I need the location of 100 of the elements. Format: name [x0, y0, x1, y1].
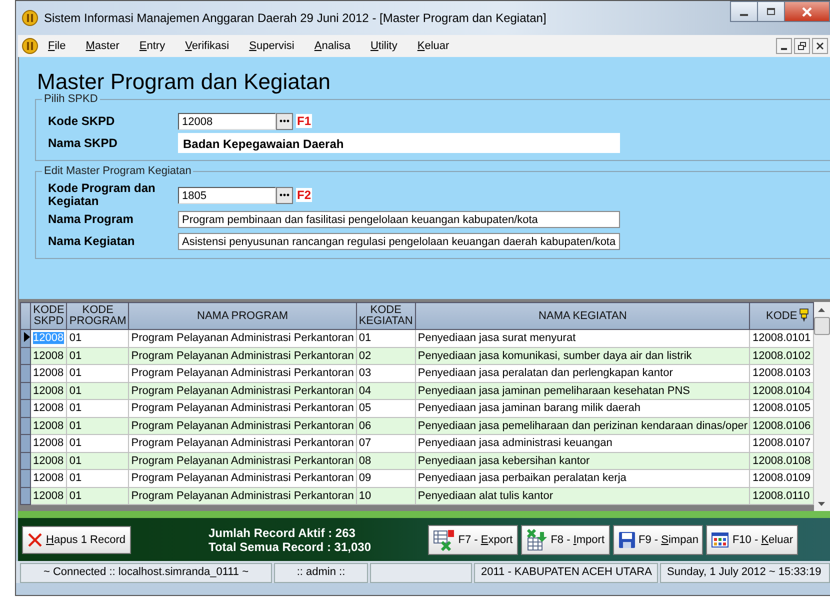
table-cell: Penyediaan jasa pemeliharaan dan perizinan kendaraan dinas/oper — [415, 417, 750, 434]
row-header — [20, 302, 31, 330]
column-header[interactable]: KODE PROGRAM — [66, 302, 129, 330]
table-cell: 01 — [356, 330, 416, 347]
app-icon — [22, 38, 38, 54]
table-cell: 03 — [356, 364, 416, 382]
table-cell: 07 — [356, 434, 416, 452]
ellipsis-icon — [279, 193, 290, 197]
menu-item[interactable]: Entry — [129, 40, 176, 52]
table-cell: 12008 — [30, 487, 67, 504]
status-panel: Sunday, 1 July 2012 ~ 15:33:19 — [660, 563, 830, 583]
menu-item[interactable]: Keluar — [407, 40, 460, 52]
row-indicator[interactable] — [20, 330, 31, 347]
table-cell: 01 — [66, 400, 129, 417]
table-cell: Program Pelayanan Administrasi Perkantoran — [128, 330, 356, 347]
ellipsis-icon — [279, 119, 290, 123]
toolbar-button[interactable]: F7 - Export — [428, 525, 518, 555]
menu-item[interactable]: Verifikasi — [175, 40, 240, 52]
table-cell: 10 — [356, 487, 416, 504]
table-cell: 12008.0106 — [750, 417, 814, 434]
field-label: Kode SKPD — [48, 114, 116, 128]
table-cell: 12008.0109 — [750, 470, 814, 487]
table-cell: 01 — [66, 330, 129, 347]
minimize-icon — [740, 14, 748, 16]
record-count: Jumlah Record Aktif : 263 — [208, 526, 356, 540]
table-cell: Penyediaan jasa komunikasi, sumber daya air dan listrik — [415, 347, 750, 364]
toolbar-button[interactable]: F8 - Import — [520, 525, 610, 555]
table-cell: Penyediaan jasa administrasi keuangan — [415, 434, 750, 452]
table-cell: 12008 — [30, 417, 67, 434]
close-icon — [816, 42, 824, 50]
column-header[interactable]: NAMA PROGRAM — [128, 302, 356, 330]
table-cell: Penyediaan jasa kebersihan kantor — [415, 452, 750, 470]
table-cell: 12008 — [30, 434, 67, 452]
table-cell: 01 — [66, 470, 129, 487]
delete-button[interactable]: Hapus 1 Record — [22, 526, 130, 554]
menu-item[interactable]: Master — [76, 40, 130, 52]
restore-button[interactable] — [794, 38, 810, 54]
table-cell: Penyediaan jasa jaminan barang milik daerah — [415, 400, 750, 417]
column-header[interactable]: KODE KEGIATAN — [356, 302, 416, 330]
table-cell: 12008 — [30, 347, 67, 364]
shortcut-label: F2 — [296, 188, 312, 202]
minimize-button[interactable] — [776, 38, 792, 54]
table-cell: 02 — [356, 347, 416, 364]
input-field[interactable]: 12008 — [178, 112, 276, 130]
menu-item[interactable]: Utility — [360, 40, 408, 52]
column-header[interactable]: NAMA KEGIATAN — [415, 302, 750, 330]
scrollbar[interactable] — [814, 302, 830, 511]
table-cell: 09 — [356, 470, 416, 487]
floppy-icon — [618, 531, 636, 549]
table-cell: 12008.0103 — [750, 364, 814, 382]
close-button[interactable] — [784, 1, 830, 22]
table-cell: 01 — [66, 382, 129, 400]
table-cell: Program Pelayanan Administrasi Perkantoran — [128, 400, 356, 417]
table-cell: Program Pelayanan Administrasi Perkantoran — [128, 434, 356, 452]
table-cell: Penyediaan jasa surat menyurat — [415, 330, 750, 347]
menu-item[interactable]: Analisa — [304, 40, 360, 52]
table-cell: 12008.0102 — [750, 347, 814, 364]
menu-item[interactable]: Supervisi — [239, 40, 304, 52]
table-cell: 05 — [356, 400, 416, 417]
group-label: Edit Master Program Kegiatan — [42, 165, 194, 177]
browse-button[interactable] — [276, 186, 293, 204]
table-cell: 12008.0101 — [750, 330, 814, 347]
table-cell: Program Pelayanan Administrasi Perkantoran — [128, 452, 356, 470]
table-cell: 12008 — [30, 330, 67, 347]
input-field[interactable]: Badan Kepegawaian Daerah — [178, 133, 620, 153]
table-cell: 12008.0110 — [750, 487, 814, 504]
toolbar-button[interactable]: F9 - Simpan — [612, 525, 704, 555]
table-cell: 12008 — [30, 452, 67, 470]
input-field[interactable]: 1805 — [178, 186, 276, 204]
table-cell: 12008 — [30, 382, 67, 400]
maximize-icon — [766, 6, 776, 16]
minimize-button[interactable] — [730, 1, 758, 22]
browse-button[interactable] — [276, 112, 293, 130]
field-label: Nama Program — [48, 212, 134, 226]
field-label: Kode Program dan Kegiatan — [48, 182, 156, 208]
table-cell: 01 — [66, 417, 129, 434]
menu-item[interactable]: File — [38, 40, 76, 52]
scroll-thumb[interactable] — [814, 317, 830, 335]
table-cell: Program Pelayanan Administrasi Perkantoran — [128, 364, 356, 382]
table-cell: Penyediaan jasa perbaikan peralatan kerja — [415, 470, 750, 487]
column-header[interactable]: KODE SKPD — [30, 302, 67, 330]
table-cell: 01 — [66, 452, 129, 470]
table-cell: Program Pelayanan Administrasi Perkantoran — [128, 417, 356, 434]
maximize-button[interactable] — [757, 1, 785, 22]
close-icon — [27, 532, 43, 548]
table-cell: 08 — [356, 452, 416, 470]
column-header[interactable]: KODE — [750, 302, 814, 330]
toolbar-button[interactable]: F10 - Keluar — [706, 525, 798, 555]
table-cell: 12008.0105 — [750, 400, 814, 417]
input-field[interactable]: Asistensi penyusunan rancangan regulasi pengelolaan keuangan daerah kabupaten/kota — [178, 232, 620, 250]
down-arrow-icon — [818, 502, 826, 506]
close-button[interactable] — [812, 38, 828, 54]
minimize-icon — [781, 48, 787, 50]
input-field[interactable]: Program pembinaan dan fasilitasi pengelolaan keuangan kabupaten/kota — [178, 210, 620, 228]
restore-icon — [798, 42, 806, 50]
table-icon — [526, 529, 548, 551]
status-panel: ~ Connected :: localhost.simranda_0111 ~ — [20, 563, 272, 583]
table-cell: Penyediaan jasa peralatan dan perlengkapan kantor — [415, 364, 750, 382]
table-icon — [433, 529, 456, 551]
table-cell: 06 — [356, 417, 416, 434]
